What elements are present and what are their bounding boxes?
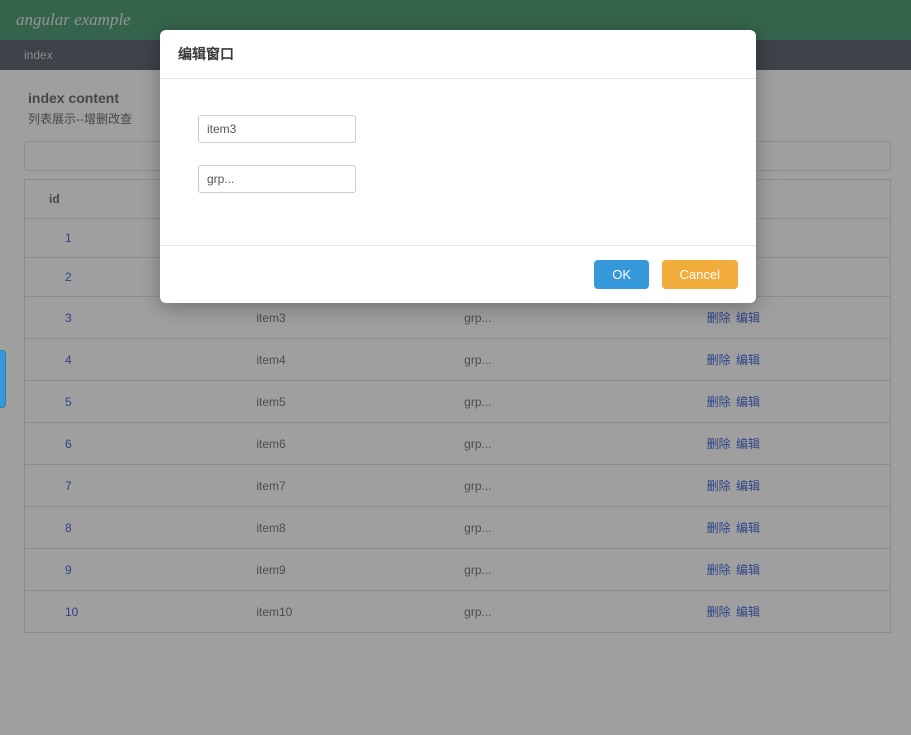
cancel-button[interactable]: Cancel [662,260,738,289]
edit-modal: 编辑窗口 OK Cancel [160,30,756,303]
name-field[interactable] [198,115,356,143]
modal-body [160,79,756,245]
side-handle[interactable] [0,350,6,408]
modal-title: 编辑窗口 [160,30,756,79]
group-field[interactable] [198,165,356,193]
modal-footer: OK Cancel [160,245,756,303]
ok-button[interactable]: OK [594,260,649,289]
